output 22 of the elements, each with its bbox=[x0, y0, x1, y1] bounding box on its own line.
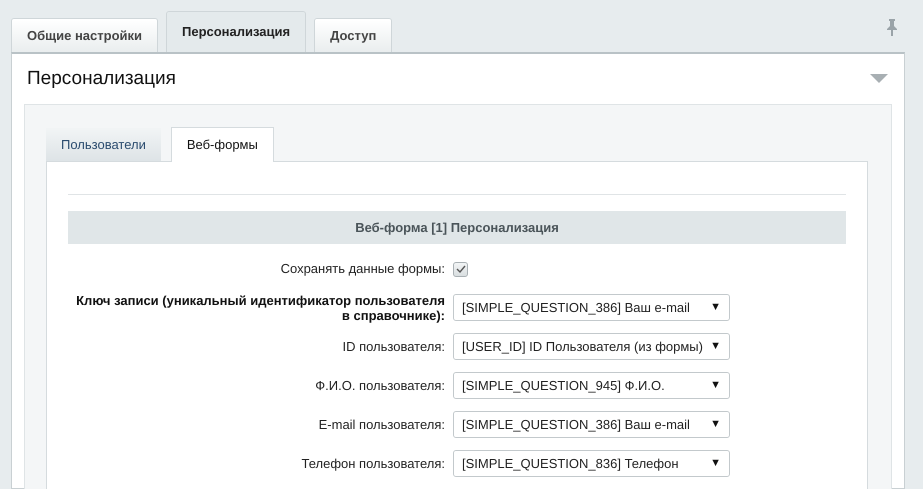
settings-tab[interactable]: Персонализация bbox=[166, 11, 306, 52]
field-label: Телефон пользователя: bbox=[302, 454, 445, 473]
form-tab[interactable]: Веб-формы bbox=[170, 127, 274, 162]
field-label: Сохранять данные формы: bbox=[280, 260, 445, 278]
section-header: Веб-форма [1] Персонализация bbox=[68, 211, 846, 244]
field-label: Ключ записи (уникальный идентификатор пользователя в справочнике): bbox=[75, 292, 445, 322]
collapse-icon[interactable] bbox=[870, 74, 888, 84]
field-label: E-mail пользователя: bbox=[318, 416, 445, 434]
select-field[interactable]: [SIMPLE_QUESTION_836] Телефон ▼ bbox=[453, 450, 730, 477]
form-tab[interactable]: Пользователи bbox=[46, 128, 161, 161]
settings-tab[interactable]: Общие настройки bbox=[11, 18, 158, 52]
select-field[interactable]: [USER_ID] ID Пользователя (из формы) ▼ bbox=[453, 333, 730, 360]
check-icon bbox=[456, 265, 466, 273]
pin-icon[interactable] bbox=[887, 19, 897, 36]
settings-tab[interactable]: Доступ bbox=[314, 18, 392, 52]
checkbox[interactable] bbox=[453, 262, 468, 276]
select-field[interactable]: [SIMPLE_QUESTION_386] Ваш e-mail ▼ bbox=[453, 294, 730, 321]
panel-title: Персонализация bbox=[27, 66, 176, 91]
field-label: ID пользователя: bbox=[342, 338, 445, 356]
select-field[interactable]: [SIMPLE_QUESTION_945] Ф.И.О. ▼ bbox=[453, 372, 730, 399]
select-field[interactable]: [SIMPLE_QUESTION_386] Ваш e-mail ▼ bbox=[453, 411, 730, 438]
field-label: Ф.И.О. пользователя: bbox=[315, 376, 445, 395]
